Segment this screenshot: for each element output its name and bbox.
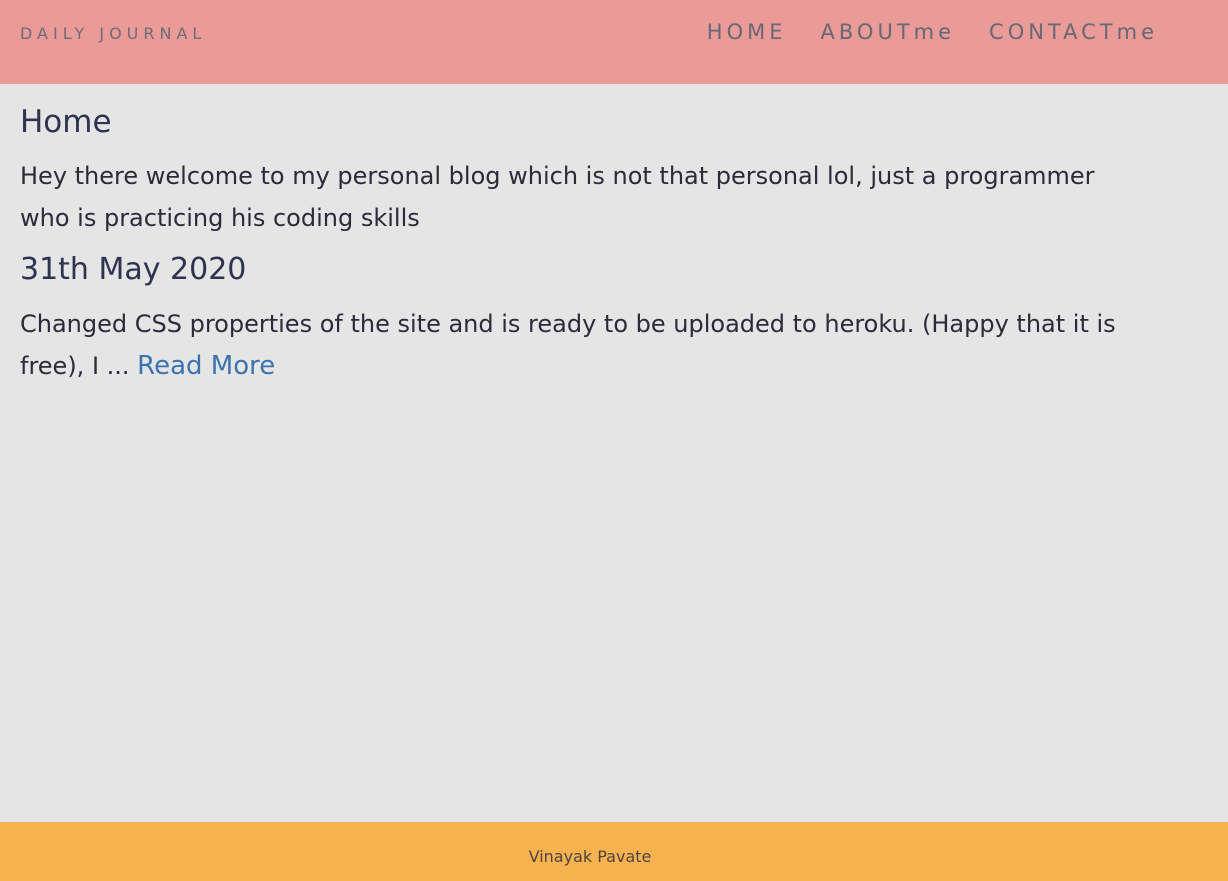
page-title: Home [20,104,112,140]
nav-item-contact: CONTACTme [989,20,1158,44]
nav-link-home[interactable]: HOME [707,20,787,44]
main-content: Home Hey there welcome to my personal bl… [20,103,1120,387]
navbar: DAILY JOURNAL HOME ABOUTme CONTACTme [0,0,1228,84]
post-excerpt: Changed CSS properties of the site and i… [20,303,1120,387]
nav-link-contact[interactable]: CONTACTme [989,20,1158,44]
intro-text: Hey there welcome to my personal blog wh… [20,162,1095,232]
footer-author: Vinayak Pavate [528,847,652,866]
post-title: 31th May 2020 [20,252,247,287]
read-more-link[interactable]: Read More [137,351,275,381]
nav-links: HOME ABOUTme CONTACTme [707,20,1158,44]
post-item: 31th May 2020 Changed CSS properties of … [20,251,1120,387]
brand-link[interactable]: DAILY JOURNAL [20,24,206,43]
nav-link-about[interactable]: ABOUTme [821,20,956,44]
footer: Vinayak Pavate [0,822,1228,881]
nav-item-about: ABOUTme [821,20,956,44]
nav-item-home: HOME [707,20,787,44]
